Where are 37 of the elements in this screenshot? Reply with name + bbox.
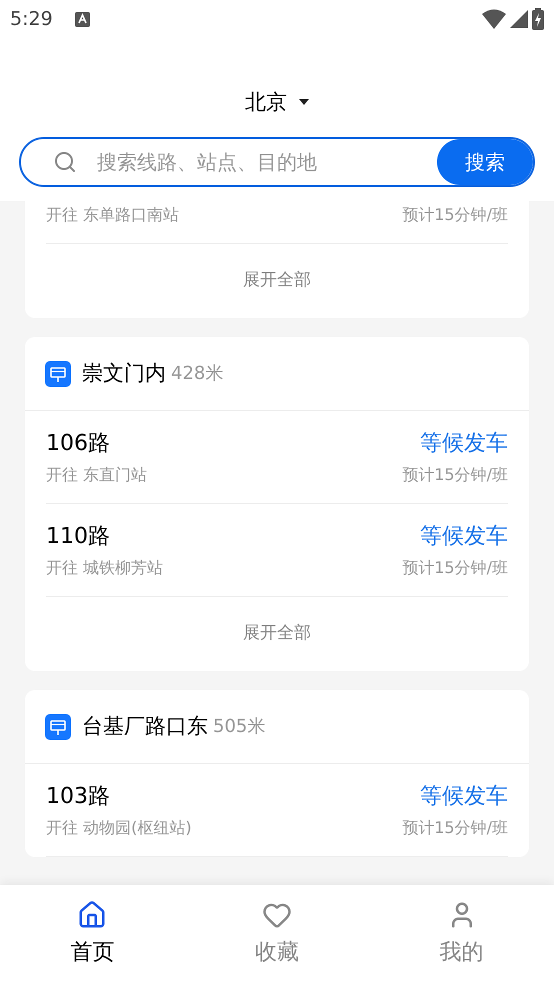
- home-icon: [77, 900, 108, 930]
- line-name: 110路: [46, 522, 110, 550]
- bus-stop-icon: [45, 360, 71, 386]
- line-name: 106路: [46, 430, 110, 458]
- nav-tab[interactable]: 我的: [369, 885, 554, 984]
- status-time: 5:29: [10, 6, 53, 32]
- search-field[interactable]: 搜索线路、站点、目的地: [97, 147, 437, 177]
- line-status: 等候发车: [420, 782, 508, 810]
- city-selector[interactable]: 北京: [245, 86, 309, 118]
- station-distance: 505米: [213, 715, 266, 739]
- search-bar[interactable]: 搜索线路、站点、目的地 搜索: [19, 137, 535, 187]
- line-frequency: 预计15分钟/班: [402, 464, 508, 486]
- nav-tab[interactable]: 首页: [0, 885, 185, 984]
- station-name: 台基厂路口东: [82, 712, 208, 740]
- line-direction: 开往 东直门站: [46, 464, 148, 486]
- signal-icon: [510, 10, 528, 28]
- line-name: 103路: [46, 782, 110, 810]
- line-direction: 开往 城铁柳芳站: [46, 557, 164, 579]
- line-status: 等候发车: [420, 522, 508, 550]
- line-status: 等候发车: [420, 430, 508, 458]
- nav-tab[interactable]: 收藏: [184, 885, 370, 984]
- search-icon: [53, 150, 77, 174]
- expand-all-button[interactable]: 展开全部: [243, 621, 311, 647]
- wifi-icon: [482, 9, 506, 29]
- line-direction: 开往 东单路口南站: [46, 204, 180, 226]
- battery-icon: [532, 8, 544, 30]
- search-button[interactable]: 搜索: [437, 139, 533, 185]
- line-frequency: 预计15分钟/班: [402, 557, 508, 579]
- caret-icon: [299, 99, 309, 106]
- expand-all-button[interactable]: 展开全部: [243, 268, 311, 294]
- line-frequency: 预计15分钟/班: [402, 204, 508, 226]
- keyboard-status-icon: [74, 12, 90, 26]
- bus-stop-icon: [45, 714, 71, 740]
- station-name: 崇文门内: [82, 360, 166, 387]
- line-frequency: 预计15分钟/班: [402, 817, 508, 839]
- line-direction: 开往 动物园(枢纽站): [46, 817, 192, 839]
- station-distance: 428米: [171, 362, 224, 386]
